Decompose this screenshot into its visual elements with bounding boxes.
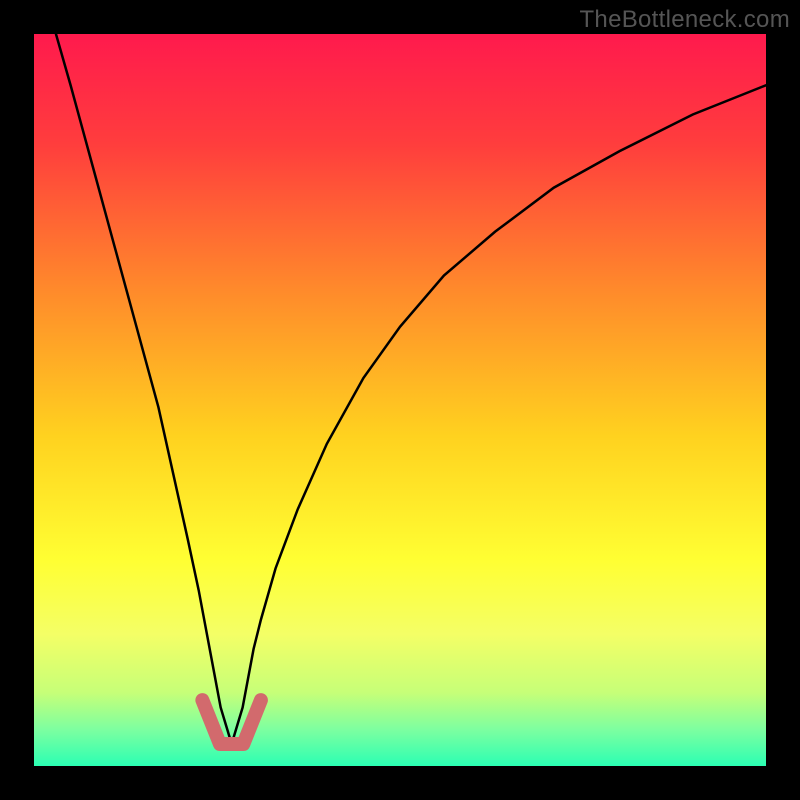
plot-area [34,34,766,766]
attribution-text: TheBottleneck.com [579,6,790,34]
gradient-background [34,34,766,766]
chart-frame: TheBottleneck.com [0,0,800,800]
chart-svg [34,34,766,766]
